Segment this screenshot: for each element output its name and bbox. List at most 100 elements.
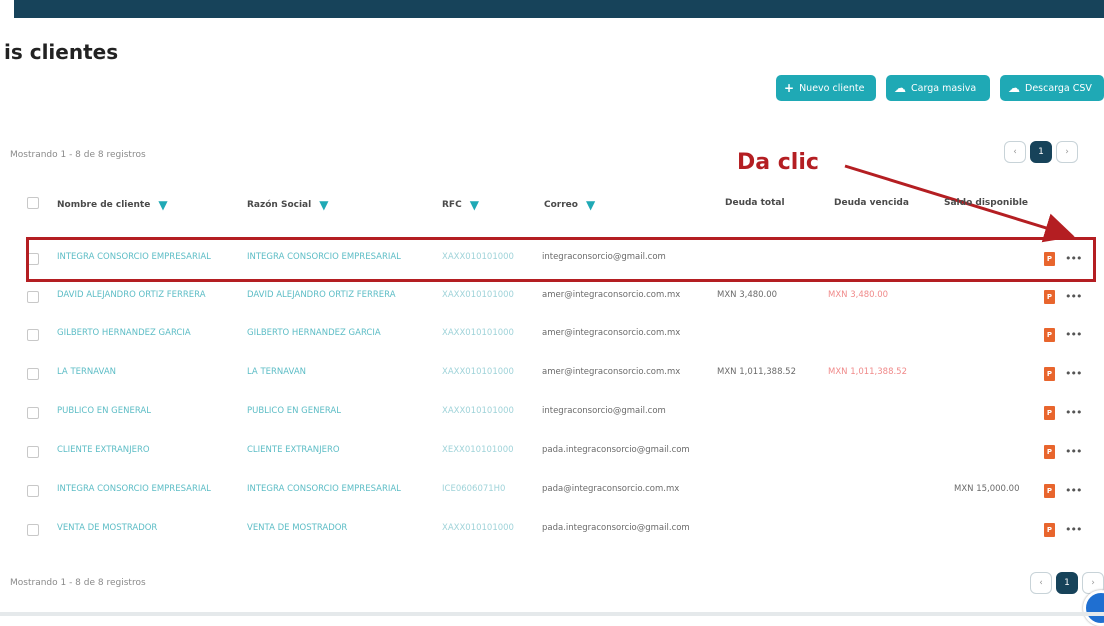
- column-header-razon-label: Razón Social: [247, 200, 312, 210]
- razon-social-link[interactable]: LA TERNAVAN: [247, 367, 432, 377]
- client-name-link[interactable]: VENTA DE MOSTRADOR: [57, 523, 242, 533]
- rfc-value: XEXX010101000: [442, 445, 514, 455]
- more-options-icon[interactable]: •••: [1065, 523, 1082, 536]
- email-value: amer@integraconsorcio.com.mx: [542, 367, 681, 377]
- client-name-link[interactable]: INTEGRA CONSORCIO EMPRESARIAL: [57, 484, 242, 494]
- more-options-icon[interactable]: •••: [1065, 445, 1082, 458]
- bulk-upload-label: Carga masiva: [911, 82, 977, 94]
- pdf-icon[interactable]: P: [1044, 484, 1055, 498]
- new-client-label: Nuevo cliente: [799, 82, 865, 94]
- column-header-deuda-total: Deuda total: [725, 198, 785, 208]
- action-toolbar: + Nuevo cliente ☁ Carga masiva ☁ Descarg…: [776, 75, 1104, 101]
- table-row[interactable]: VENTA DE MOSTRADOR VENTA DE MOSTRADOR XA…: [14, 511, 1094, 549]
- page-number-button[interactable]: 1: [1030, 141, 1052, 163]
- annotation-label: Da clic: [737, 150, 819, 175]
- column-header-name[interactable]: Nombre de cliente ▼: [57, 198, 168, 212]
- saldo-disponible-value: MXN 15,000.00: [954, 484, 1020, 494]
- more-options-icon[interactable]: •••: [1065, 406, 1082, 419]
- client-name-link[interactable]: DAVID ALEJANDRO ORTIZ FERRERA: [57, 290, 242, 300]
- new-client-button[interactable]: + Nuevo cliente: [776, 75, 876, 101]
- footer-divider: [0, 612, 1104, 616]
- deuda-vencida-value: MXN 1,011,388.52: [828, 367, 907, 377]
- filter-icon[interactable]: ▼: [319, 198, 328, 212]
- razon-social-link[interactable]: CLIENTE EXTRANJERO: [247, 445, 432, 455]
- select-all-checkbox[interactable]: [27, 197, 39, 209]
- pdf-icon[interactable]: P: [1044, 328, 1055, 342]
- email-value: amer@integraconsorcio.com.mx: [542, 290, 681, 300]
- column-header-razon[interactable]: Razón Social ▼: [247, 198, 328, 212]
- plus-icon: +: [784, 81, 795, 95]
- rfc-value: XAXX010101000: [442, 523, 514, 533]
- row-checkbox[interactable]: [27, 485, 39, 497]
- filter-icon[interactable]: ▼: [158, 198, 167, 212]
- more-options-icon[interactable]: •••: [1065, 328, 1082, 341]
- column-header-email[interactable]: Correo ▼: [544, 198, 595, 212]
- more-options-icon[interactable]: •••: [1065, 367, 1082, 380]
- pdf-icon[interactable]: P: [1044, 367, 1055, 381]
- column-header-rfc-label: RFC: [442, 200, 462, 210]
- email-value: pada.integraconsorcio@gmail.com: [542, 523, 690, 533]
- client-name-link[interactable]: GILBERTO HERNANDEZ GARCIA: [57, 328, 242, 338]
- rfc-value: XAXX010101000: [442, 367, 514, 377]
- pdf-icon[interactable]: P: [1044, 406, 1055, 420]
- pdf-icon[interactable]: P: [1044, 290, 1055, 304]
- row-checkbox[interactable]: [27, 329, 39, 341]
- more-options-icon[interactable]: •••: [1065, 484, 1082, 497]
- client-name-link[interactable]: CLIENTE EXTRANJERO: [57, 445, 242, 455]
- column-header-saldo-label: Saldo disponible: [944, 198, 1029, 208]
- chat-widget-icon[interactable]: [1083, 590, 1104, 626]
- pdf-icon[interactable]: P: [1044, 445, 1055, 459]
- email-value: integraconsorcio@gmail.com: [542, 406, 666, 416]
- top-navigation-bar: [14, 0, 1104, 18]
- row-highlight-box: [26, 237, 1096, 282]
- column-header-name-label: Nombre de cliente: [57, 200, 151, 210]
- records-count-bottom: Mostrando 1 - 8 de 8 registros: [10, 578, 146, 588]
- rfc-value: XAXX010101000: [442, 328, 514, 338]
- table-row[interactable]: LA TERNAVAN LA TERNAVAN XAXX010101000 am…: [14, 355, 1094, 393]
- razon-social-link[interactable]: GILBERTO HERNANDEZ GARCIA: [247, 328, 432, 338]
- table-row[interactable]: INTEGRA CONSORCIO EMPRESARIAL INTEGRA CO…: [14, 472, 1094, 510]
- upload-icon: ☁: [894, 81, 906, 95]
- page-title: is clientes: [4, 40, 119, 64]
- rfc-value: XAXX010101000: [442, 406, 514, 416]
- column-header-saldo: Saldo disponible: [944, 198, 1028, 208]
- email-value: amer@integraconsorcio.com.mx: [542, 328, 681, 338]
- column-header-rfc[interactable]: RFC ▼: [442, 198, 479, 212]
- more-options-icon[interactable]: •••: [1065, 290, 1082, 303]
- razon-social-link[interactable]: INTEGRA CONSORCIO EMPRESARIAL: [247, 484, 432, 494]
- table-row[interactable]: DAVID ALEJANDRO ORTIZ FERRERA DAVID ALEJ…: [14, 278, 1094, 316]
- filter-icon[interactable]: ▼: [470, 198, 479, 212]
- table-row[interactable]: PUBLICO EN GENERAL PUBLICO EN GENERAL XA…: [14, 394, 1094, 432]
- page-number-button[interactable]: 1: [1056, 572, 1078, 594]
- row-checkbox[interactable]: [27, 524, 39, 536]
- column-header-email-label: Correo: [544, 200, 578, 210]
- row-checkbox[interactable]: [27, 446, 39, 458]
- pdf-icon[interactable]: P: [1044, 523, 1055, 537]
- filter-icon[interactable]: ▼: [586, 198, 595, 212]
- row-checkbox[interactable]: [27, 368, 39, 380]
- row-checkbox[interactable]: [27, 407, 39, 419]
- next-page-button[interactable]: ›: [1056, 141, 1078, 163]
- razon-social-link[interactable]: DAVID ALEJANDRO ORTIZ FERRERA: [247, 290, 432, 300]
- email-value: pada.integraconsorcio@gmail.com: [542, 445, 690, 455]
- records-count-top: Mostrando 1 - 8 de 8 registros: [10, 150, 146, 160]
- table-row[interactable]: CLIENTE EXTRANJERO CLIENTE EXTRANJERO XE…: [14, 433, 1094, 471]
- client-name-link[interactable]: PUBLICO EN GENERAL: [57, 406, 242, 416]
- rfc-value: ICE0606071H0: [442, 484, 506, 494]
- download-csv-label: Descarga CSV: [1025, 82, 1092, 94]
- row-checkbox[interactable]: [27, 291, 39, 303]
- prev-page-button[interactable]: ‹: [1030, 572, 1052, 594]
- bulk-upload-button[interactable]: ☁ Carga masiva: [886, 75, 990, 101]
- deuda-total-value: MXN 3,480.00: [717, 290, 778, 300]
- column-header-deuda-vencida: Deuda vencida: [834, 198, 909, 208]
- rfc-value: XAXX010101000: [442, 290, 514, 300]
- razon-social-link[interactable]: PUBLICO EN GENERAL: [247, 406, 432, 416]
- download-csv-button[interactable]: ☁ Descarga CSV: [1000, 75, 1104, 101]
- column-header-deuda-total-label: Deuda total: [725, 198, 785, 208]
- client-name-link[interactable]: LA TERNAVAN: [57, 367, 242, 377]
- table-row[interactable]: GILBERTO HERNANDEZ GARCIA GILBERTO HERNA…: [14, 316, 1094, 354]
- deuda-vencida-value: MXN 3,480.00: [828, 290, 889, 300]
- prev-page-button[interactable]: ‹: [1004, 141, 1026, 163]
- cloud-download-icon: ☁: [1008, 81, 1020, 95]
- razon-social-link[interactable]: VENTA DE MOSTRADOR: [247, 523, 432, 533]
